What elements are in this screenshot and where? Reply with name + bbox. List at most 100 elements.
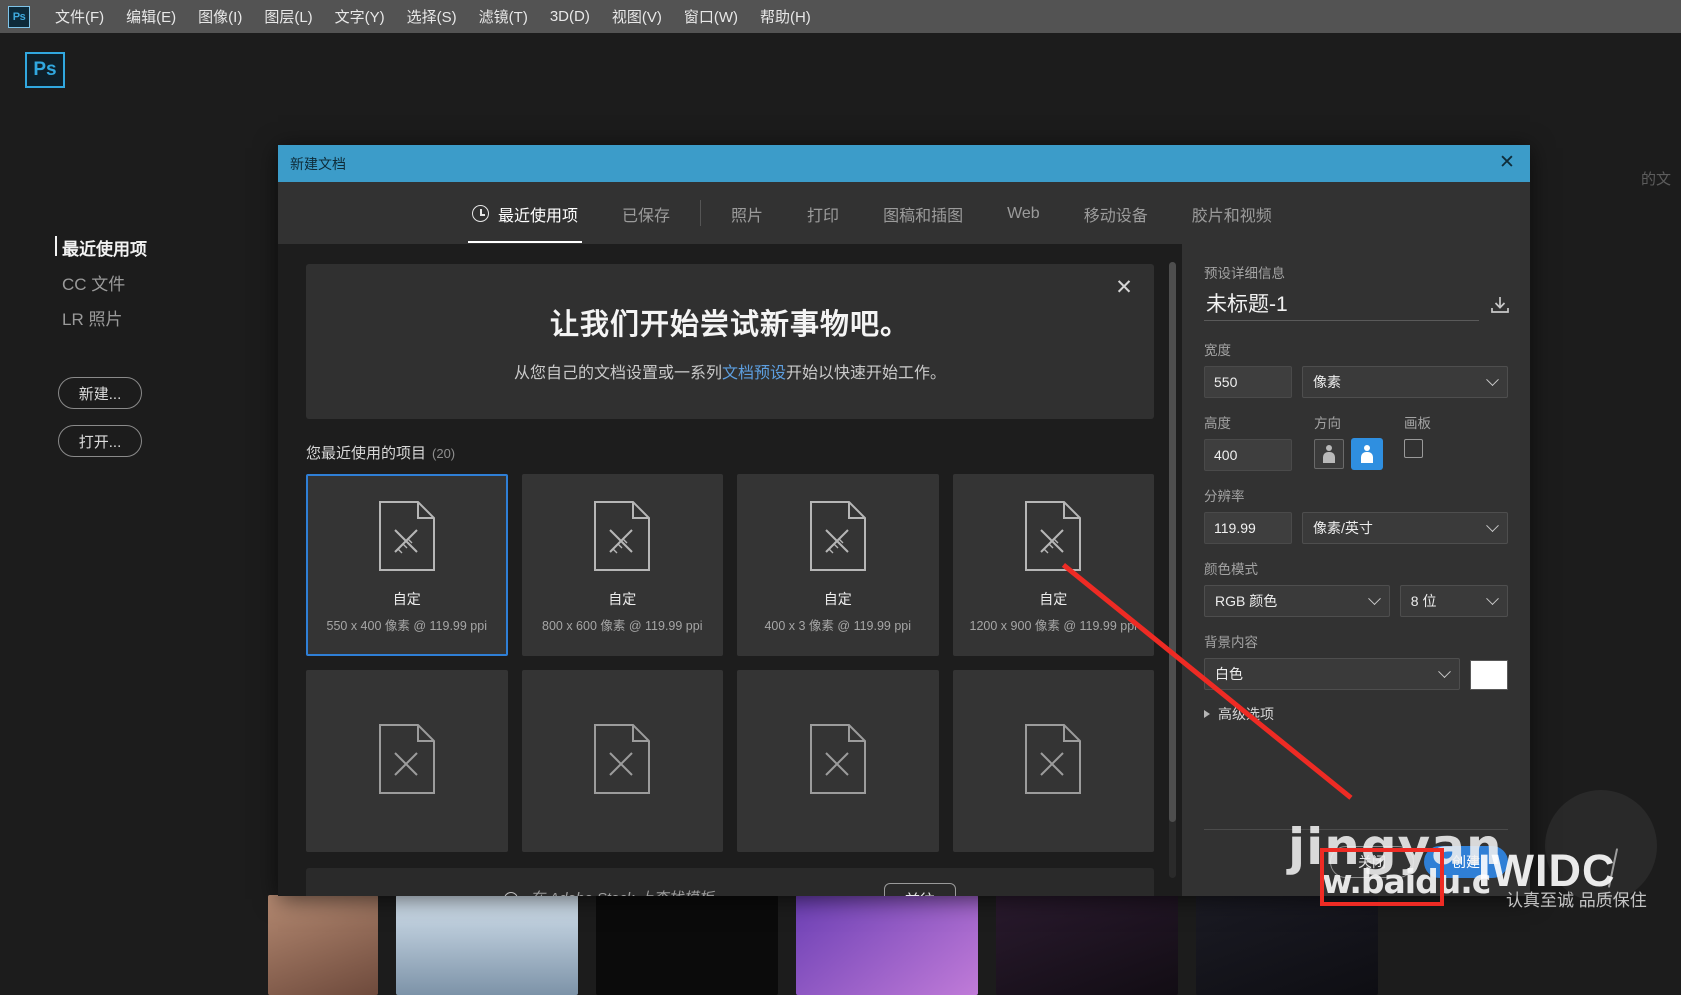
adobe-stock-search-bar: 前往 bbox=[306, 868, 1154, 896]
create-button[interactable]: 创建 bbox=[1424, 846, 1508, 878]
orientation-landscape-button[interactable] bbox=[1352, 439, 1382, 469]
preset-name-input[interactable] bbox=[1204, 289, 1479, 321]
menu-item-filter[interactable]: 滤镜(T) bbox=[468, 0, 539, 33]
stock-go-button[interactable]: 前往 bbox=[884, 883, 956, 896]
thumbnail-item[interactable] bbox=[396, 895, 578, 995]
tab-film-video[interactable]: 胶片和视频 bbox=[1170, 184, 1294, 243]
artboard-checkbox[interactable] bbox=[1404, 439, 1423, 458]
save-preset-icon[interactable] bbox=[1489, 295, 1511, 315]
new-document-button[interactable]: 新建... bbox=[58, 377, 142, 409]
color-mode-row: RGB 颜色 8 位 bbox=[1204, 585, 1508, 617]
menu-item-file[interactable]: 文件(F) bbox=[44, 0, 115, 33]
landscape-icon bbox=[1361, 445, 1374, 463]
resolution-unit-select[interactable]: 像素/英寸 bbox=[1302, 512, 1508, 544]
height-orientation-row: 高度 方向 bbox=[1204, 412, 1508, 471]
footer-divider bbox=[1204, 829, 1508, 830]
thumbnail-item[interactable] bbox=[796, 895, 978, 995]
menu-item-select[interactable]: 选择(S) bbox=[396, 0, 468, 33]
document-icon bbox=[378, 500, 436, 577]
menu-bar: Ps 文件(F) 编辑(E) 图像(I) 图层(L) 文字(Y) 选择(S) 滤… bbox=[0, 0, 1681, 33]
background-contents-select[interactable]: 白色 bbox=[1204, 658, 1460, 690]
tab-photo[interactable]: 照片 bbox=[709, 184, 785, 243]
tab-art-illustration[interactable]: 图稿和插图 bbox=[861, 184, 985, 243]
recent-card-name: 自定 bbox=[608, 591, 637, 607]
stock-search-input[interactable] bbox=[528, 886, 858, 896]
orientation-portrait-button[interactable] bbox=[1314, 439, 1344, 469]
close-icon[interactable]: ✕ bbox=[1498, 153, 1516, 172]
thumbnail-item[interactable] bbox=[596, 895, 778, 995]
tab-separator bbox=[700, 200, 702, 226]
menu-item-view[interactable]: 视图(V) bbox=[601, 0, 673, 33]
sidebar-item-recent[interactable]: 最近使用项 bbox=[0, 230, 250, 265]
thumbnail-item[interactable] bbox=[268, 895, 378, 995]
color-mode-value: RGB 颜色 bbox=[1215, 593, 1278, 609]
height-label: 高度 bbox=[1204, 416, 1231, 431]
recent-thumbnail-strip bbox=[268, 895, 1681, 995]
tab-print[interactable]: 打印 bbox=[785, 184, 861, 243]
background-contents-label: 背景内容 bbox=[1204, 635, 1258, 650]
stock-search-wrap bbox=[504, 886, 858, 896]
width-label: 宽度 bbox=[1204, 343, 1231, 358]
menu-item-3d[interactable]: 3D(D) bbox=[539, 2, 601, 31]
recent-card-placeholder[interactable] bbox=[952, 670, 1154, 852]
artboard-label: 画板 bbox=[1404, 416, 1431, 431]
tab-saved[interactable]: 已保存 bbox=[600, 184, 692, 243]
sidebar-item-lr-photos[interactable]: LR 照片 bbox=[0, 300, 250, 335]
banner-close-icon[interactable]: ✕ bbox=[1114, 277, 1134, 298]
background-color-swatch[interactable] bbox=[1470, 660, 1508, 690]
footer-buttons: 关闭 创建 bbox=[1204, 846, 1508, 878]
recent-card[interactable]: 自定 400 x 3 像素 @ 119.99 ppi bbox=[737, 474, 939, 656]
menu-item-layer[interactable]: 图层(L) bbox=[253, 0, 323, 33]
menu-item-image[interactable]: 图像(I) bbox=[187, 0, 253, 33]
recent-items-heading: 您最近使用的项目 (20) bbox=[306, 442, 1182, 463]
preset-name-row bbox=[1204, 289, 1511, 321]
tab-photo-label: 照片 bbox=[731, 207, 764, 225]
tab-film-video-label: 胶片和视频 bbox=[1191, 207, 1272, 225]
recent-card[interactable]: 自定 1200 x 900 像素 @ 119.99 ppi bbox=[952, 474, 1154, 656]
dialog-titlebar: 新建文档 ✕ bbox=[278, 145, 1530, 182]
search-icon bbox=[504, 892, 518, 896]
recent-card[interactable]: 自定 800 x 600 像素 @ 119.99 ppi bbox=[521, 474, 723, 656]
recent-card-name: 自定 bbox=[1039, 591, 1068, 607]
recent-card-placeholder[interactable] bbox=[306, 670, 508, 852]
recent-card-placeholder[interactable] bbox=[521, 670, 723, 852]
tab-art-illustration-label: 图稿和插图 bbox=[883, 207, 964, 225]
close-button[interactable]: 关闭 bbox=[1330, 846, 1414, 878]
content-scrollbar-thumb[interactable] bbox=[1169, 262, 1176, 822]
thumbnail-item[interactable] bbox=[1196, 895, 1378, 995]
recent-card-dimensions: 1200 x 900 像素 @ 119.99 ppi bbox=[969, 619, 1137, 633]
recent-card-name: 自定 bbox=[392, 591, 421, 607]
tab-web[interactable]: Web bbox=[985, 187, 1062, 240]
thumbnail-item[interactable] bbox=[996, 895, 1178, 995]
content-scrollbar-track[interactable] bbox=[1169, 262, 1176, 878]
recent-card[interactable]: 自定 550 x 400 像素 @ 119.99 ppi bbox=[306, 474, 508, 656]
width-input[interactable] bbox=[1204, 366, 1292, 398]
menu-item-edit[interactable]: 编辑(E) bbox=[115, 0, 187, 33]
width-unit-select[interactable]: 像素 bbox=[1302, 366, 1508, 398]
recent-card-dimensions: 550 x 400 像素 @ 119.99 ppi bbox=[326, 619, 487, 633]
bit-depth-value: 8 位 bbox=[1410, 593, 1437, 609]
resolution-input[interactable] bbox=[1204, 512, 1292, 544]
recent-card-dimensions: 400 x 3 像素 @ 119.99 ppi bbox=[764, 619, 912, 633]
height-input[interactable] bbox=[1204, 439, 1292, 471]
tab-recent[interactable]: 最近使用项 bbox=[450, 184, 600, 243]
recent-card-placeholder[interactable] bbox=[737, 670, 939, 852]
menu-item-type[interactable]: 文字(Y) bbox=[324, 0, 396, 33]
width-row: 像素 bbox=[1204, 366, 1508, 398]
menu-item-help[interactable]: 帮助(H) bbox=[749, 0, 822, 33]
preset-details-label: 预设详细信息 bbox=[1204, 266, 1285, 281]
chevron-down-icon bbox=[1486, 372, 1499, 386]
document-icon bbox=[593, 500, 651, 577]
document-presets-link[interactable]: 文档预设 bbox=[722, 365, 786, 382]
menu-item-window[interactable]: 窗口(W) bbox=[673, 0, 749, 33]
sidebar-item-cc-files[interactable]: CC 文件 bbox=[0, 265, 250, 300]
tab-recent-label: 最近使用项 bbox=[498, 207, 579, 225]
advanced-options-toggle[interactable]: 高级选项 bbox=[1204, 704, 1508, 724]
color-mode-select[interactable]: RGB 颜色 bbox=[1204, 585, 1390, 617]
document-icon bbox=[809, 723, 867, 800]
resolution-field: 分辨率 像素/英寸 bbox=[1204, 485, 1508, 544]
dialog-tab-bar: 最近使用项 已保存 照片 打印 图稿和插图 Web 移动设备 胶片和视频 bbox=[278, 182, 1530, 244]
tab-mobile[interactable]: 移动设备 bbox=[1062, 184, 1170, 243]
bit-depth-select[interactable]: 8 位 bbox=[1399, 585, 1508, 617]
open-document-button[interactable]: 打开... bbox=[58, 425, 142, 457]
